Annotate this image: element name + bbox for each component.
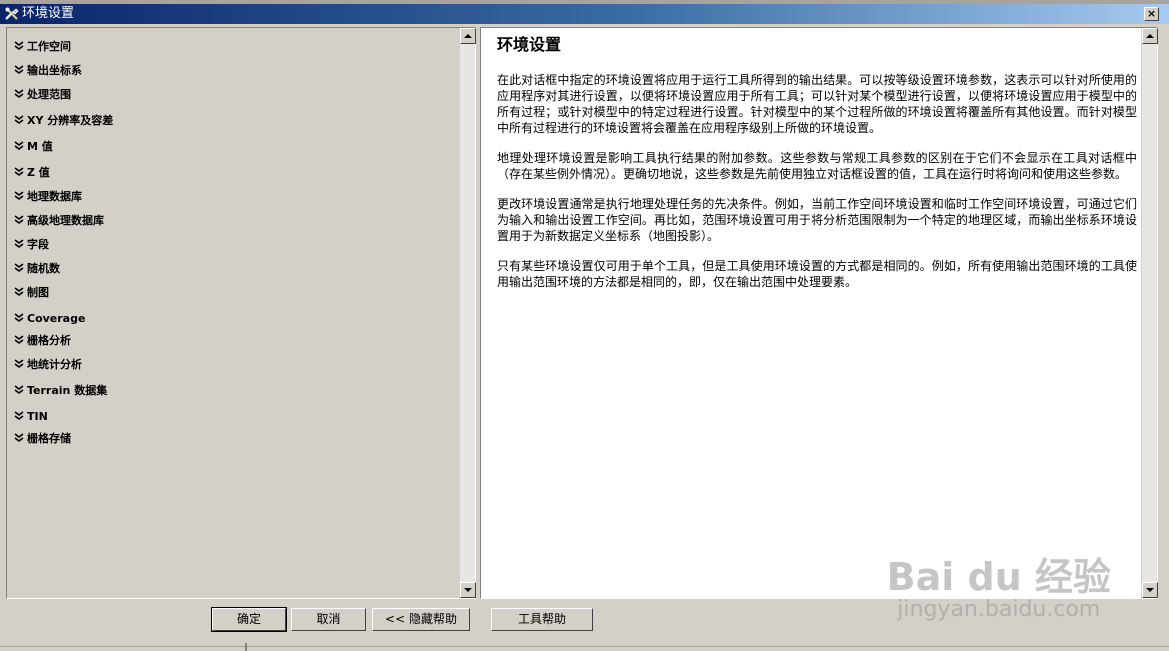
category-item[interactable]: 栅格分析 <box>13 332 71 348</box>
scroll-up-button[interactable] <box>460 28 476 44</box>
window-title: 环境设置 <box>22 6 75 21</box>
category-label: 工作空间 <box>27 40 71 53</box>
chevron-down-icon <box>13 238 25 250</box>
category-item[interactable]: Z 值 <box>13 164 50 180</box>
hide-help-button[interactable]: << 隐藏帮助 <box>372 608 470 631</box>
category-item[interactable]: 字段 <box>13 236 49 252</box>
category-label: 高级地理数据库 <box>27 214 104 227</box>
scroll-down-button[interactable] <box>460 582 476 598</box>
category-item[interactable]: 地统计分析 <box>13 356 82 372</box>
category-label: Z 值 <box>27 166 50 179</box>
arrow-up-icon <box>464 34 472 38</box>
arrow-down-icon <box>1146 588 1154 592</box>
category-item[interactable]: M 值 <box>13 138 53 154</box>
title-bar: 环境设置 × <box>0 4 1169 24</box>
category-item[interactable]: TIN <box>13 408 48 424</box>
bottom-border <box>0 646 1169 647</box>
help-panel: 环境设置 在此对话框中指定的环境设置将应用于运行工具所得到的输出结果。可以按等级… <box>480 27 1158 599</box>
category-label: XY 分辨率及容差 <box>27 114 114 127</box>
arrow-down-icon <box>464 588 472 592</box>
environment-categories-panel: 工作空间输出坐标系处理范围 XY 分辨率及容差 M 值 Z 值地理数据库高级地理数据库… <box>6 27 476 599</box>
category-label: 处理范围 <box>27 88 71 101</box>
category-item[interactable]: 处理范围 <box>13 86 71 102</box>
help-paragraph: 更改环境设置通常是执行地理处理任务的先决条件。例如，当前工作空间环境设置和临时工… <box>497 197 1137 243</box>
category-item[interactable]: 地理数据库 <box>13 188 82 204</box>
category-item[interactable]: Coverage <box>13 310 85 326</box>
help-title: 环境设置 <box>497 35 562 54</box>
chevron-down-icon <box>13 384 25 396</box>
left-scrollbar[interactable] <box>459 28 476 598</box>
category-item[interactable]: XY 分辨率及容差 <box>13 112 113 128</box>
chevron-down-icon <box>13 286 25 298</box>
help-paragraph: 地理处理环境设置是影响工具执行结果的附加参数。这些参数与常规工具参数的区别在于它… <box>497 151 1137 181</box>
chevron-down-icon <box>13 88 25 100</box>
category-label: M 值 <box>27 140 53 153</box>
chevron-down-icon <box>13 64 25 76</box>
tools-icon <box>4 6 20 22</box>
category-item[interactable]: 高级地理数据库 <box>13 212 104 228</box>
chevron-down-icon <box>13 312 25 324</box>
category-list: 工作空间输出坐标系处理范围 XY 分辨率及容差 M 值 Z 值地理数据库高级地理数据库… <box>7 28 459 598</box>
ok-button[interactable]: 确定 <box>211 607 287 632</box>
help-paragraph: 在此对话框中指定的环境设置将应用于运行工具所得到的输出结果。可以按等级设置环境参… <box>497 73 1137 135</box>
help-scroll-down-button[interactable] <box>1142 582 1158 598</box>
category-label: 制图 <box>27 286 49 299</box>
category-label: 栅格分析 <box>27 334 71 347</box>
chevron-down-icon <box>13 190 25 202</box>
chevron-down-icon <box>13 214 25 226</box>
help-paragraph: 只有某些环境设置仅可用于单个工具，但是工具使用环境设置的方式都是相同的。例如，所… <box>497 259 1137 289</box>
category-label: 字段 <box>27 238 49 251</box>
chevron-down-icon <box>13 140 25 152</box>
watermark-url: jingyan.baidu.com <box>897 597 1101 622</box>
help-content: 环境设置 在此对话框中指定的环境设置将应用于运行工具所得到的输出结果。可以按等级… <box>497 34 1137 304</box>
category-label: Coverage <box>27 311 86 325</box>
category-label: 地统计分析 <box>27 358 82 371</box>
category-label: 随机数 <box>27 262 60 275</box>
category-item[interactable]: 工作空间 <box>13 38 71 54</box>
chevron-down-icon <box>13 262 25 274</box>
category-label: 栅格存储 <box>27 432 71 445</box>
category-label: 地理数据库 <box>27 190 82 203</box>
chevron-down-icon <box>13 40 25 52</box>
chevron-down-icon <box>13 114 25 126</box>
arrow-up-icon <box>1146 34 1154 38</box>
chevron-down-icon <box>13 166 25 178</box>
category-item[interactable]: 栅格存储 <box>13 430 71 446</box>
category-item[interactable]: Terrain 数据集 <box>13 382 107 398</box>
chevron-down-icon <box>13 334 25 346</box>
cancel-button[interactable]: 取消 <box>291 608 366 631</box>
help-scrollbar[interactable] <box>1141 28 1158 598</box>
close-button[interactable]: × <box>1144 7 1159 21</box>
category-label: 输出坐标系 <box>27 64 82 77</box>
category-item[interactable]: 制图 <box>13 284 49 300</box>
category-item[interactable]: 输出坐标系 <box>13 62 82 78</box>
chevron-down-icon <box>13 432 25 444</box>
bottom-tick <box>245 643 247 651</box>
help-scroll-up-button[interactable] <box>1142 28 1158 44</box>
chevron-down-icon <box>13 410 25 422</box>
chevron-down-icon <box>13 358 25 370</box>
category-item[interactable]: 随机数 <box>13 260 60 276</box>
tool-help-button[interactable]: 工具帮助 <box>491 608 593 631</box>
category-label: TIN <box>27 409 48 423</box>
category-label: Terrain 数据集 <box>27 384 108 397</box>
